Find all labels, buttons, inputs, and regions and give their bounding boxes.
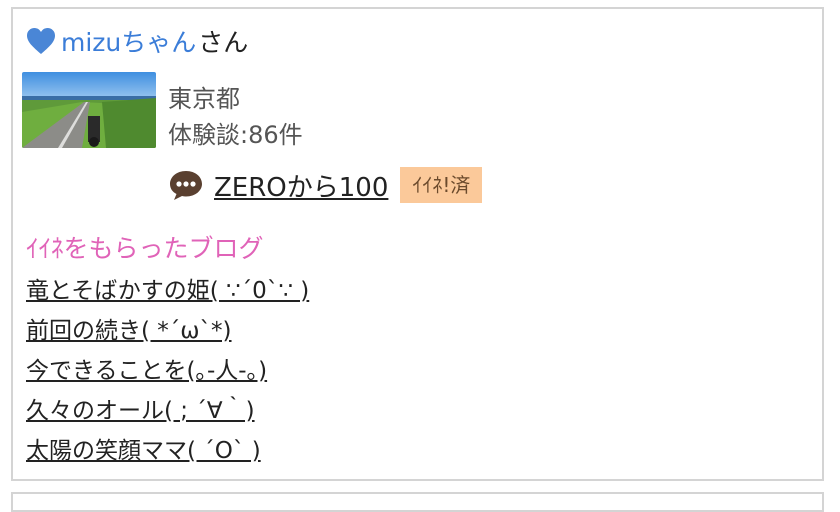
liked-blogs-heading: ｲｲﾈをもらったブログ — [26, 234, 264, 263]
username-link[interactable]: mizuちゃん — [61, 23, 196, 59]
latest-blog-row: ZEROから100 ｲｲﾈ!済 — [168, 165, 483, 205]
road-landscape-image — [22, 72, 156, 148]
user-location: 東京都 — [168, 85, 240, 113]
liked-blogs-list: 竜とそばかすの姫( ∵´0`∵ ) 前回の続き( *´ω`*) 今できることを(… — [26, 271, 309, 471]
blog-title-link[interactable]: ZEROから100 — [214, 167, 388, 204]
liked-blog-link[interactable]: 久々のオール( ; ´∀｀) — [26, 398, 255, 424]
username-suffix: さん — [198, 28, 249, 57]
user-card: mizuちゃん さん 東京都 体験談:86件 ZEROから100 ｲｲﾈ!済 ｲ… — [11, 7, 824, 481]
liked-blog-link[interactable]: 今できることを(｡-人-｡) — [26, 358, 267, 384]
list-item: 竜とそばかすの姫( ∵´0`∵ ) — [26, 271, 309, 311]
iine-badge: ｲｲﾈ!済 — [400, 167, 483, 203]
list-item: 今できることを(｡-人-｡) — [26, 351, 309, 391]
list-item: 久々のオール( ; ´∀｀) — [26, 391, 309, 431]
user-header: mizuちゃん さん — [25, 23, 248, 59]
speech-bubble-icon — [170, 171, 202, 200]
experience-count: 体験談:86件 — [168, 121, 303, 149]
liked-blog-link[interactable]: 太陽の笑顔ママ( ´O` ) — [26, 438, 261, 464]
user-avatar-photo[interactable] — [22, 72, 156, 148]
list-item: 前回の続き( *´ω`*) — [26, 311, 309, 351]
next-card — [11, 492, 824, 512]
liked-blog-link[interactable]: 前回の続き( *´ω`*) — [26, 318, 232, 344]
heart-icon — [27, 28, 55, 54]
liked-blog-link[interactable]: 竜とそばかすの姫( ∵´0`∵ ) — [26, 278, 309, 304]
list-item: 太陽の笑顔ママ( ´O` ) — [26, 431, 309, 471]
